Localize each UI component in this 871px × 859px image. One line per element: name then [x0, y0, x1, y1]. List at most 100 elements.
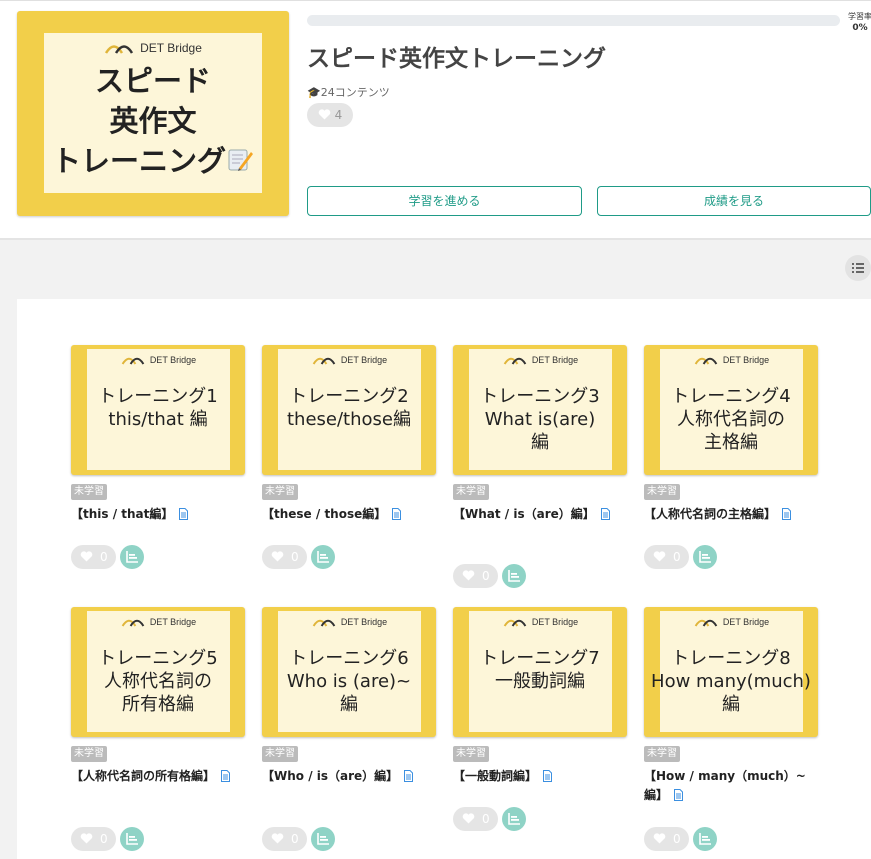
- card-title-text: 【these / those編】: [262, 507, 387, 521]
- card-thumb-line: 主格編: [704, 432, 758, 453]
- card-thumbnail-paper: DET Bridge トレーニング8 How many(much) 編: [651, 611, 811, 732]
- results-chart-button[interactable]: [502, 807, 526, 831]
- card-thumb-line: 編: [722, 694, 740, 715]
- card-actions: 0: [644, 545, 818, 569]
- card-thumb-line: 人称代名詞の: [677, 409, 785, 430]
- bar-chart-icon: [317, 833, 329, 845]
- list-icon: [852, 263, 864, 273]
- progress-label: 学習率: [848, 12, 871, 21]
- course-like-button[interactable]: 4: [307, 103, 353, 127]
- card-thumbnail-paper: DET Bridge トレーニング7 一般動詞編: [469, 611, 612, 732]
- card-title-text: 【this / that編】: [71, 507, 174, 521]
- like-button[interactable]: 0: [262, 827, 307, 851]
- results-chart-button[interactable]: [120, 827, 144, 851]
- document-icon: [543, 770, 553, 782]
- brand-name: DET Bridge: [149, 617, 197, 627]
- like-button[interactable]: 0: [71, 827, 116, 851]
- card-title-text: 【一般動詞編】: [453, 769, 538, 783]
- like-button[interactable]: 0: [453, 807, 498, 831]
- card-thumb-line: these/those編: [287, 409, 411, 430]
- view-results-button[interactable]: 成績を見る: [597, 186, 871, 216]
- course-header: DET Bridge スピード 英作文 トレーニング 学習率 0% スピード英作文…: [0, 0, 871, 240]
- like-count: 0: [673, 832, 681, 846]
- det-bridge-arch-icon: [312, 357, 336, 365]
- brand-name: DET Bridge: [722, 617, 770, 627]
- brand-logo: DET Bridge: [660, 617, 803, 627]
- course-like-count: 4: [334, 108, 343, 122]
- card-thumb-title: トレーニング4 人称代名詞の 主格編: [644, 385, 818, 454]
- card-thumbnail[interactable]: DET Bridge トレーニング2 these/those編: [262, 345, 436, 475]
- status-badge: 未学習: [262, 484, 298, 500]
- document-icon: [392, 508, 402, 520]
- results-chart-button[interactable]: [502, 564, 526, 588]
- card-thumb-line: トレーニング5: [98, 648, 218, 669]
- card-title[interactable]: 【What / is（are）編】: [453, 505, 627, 524]
- card-thumb-line: トレーニング2: [289, 386, 409, 407]
- brand-name: DET Bridge: [531, 355, 579, 365]
- card-thumbnail-paper: DET Bridge トレーニング1 this/that 編: [87, 349, 230, 470]
- like-button[interactable]: 0: [453, 564, 498, 588]
- card-thumbnail[interactable]: DET Bridge トレーニング1 this/that 編: [71, 345, 245, 475]
- card-thumb-line: トレーニング1: [98, 386, 218, 407]
- card-thumb-line: 人称代名詞の: [104, 671, 212, 692]
- bar-chart-icon: [126, 551, 138, 563]
- list-view-toggle[interactable]: [845, 255, 871, 281]
- like-count: 0: [482, 569, 490, 583]
- brand-name: DET Bridge: [722, 355, 770, 365]
- continue-learning-button[interactable]: 学習を進める: [307, 186, 582, 216]
- det-bridge-arch-icon: [694, 357, 718, 365]
- det-bridge-arch-icon: [503, 619, 527, 627]
- brand-logo: DET Bridge: [660, 355, 803, 365]
- card-title-text: 【人称代名詞の所有格編】: [71, 769, 216, 783]
- card-title[interactable]: 【一般動詞編】: [453, 767, 627, 786]
- course-thumbnail-title: スピード 英作文 トレーニング: [24, 61, 282, 181]
- card-actions: 0: [644, 827, 818, 851]
- results-chart-button[interactable]: [693, 827, 717, 851]
- card-thumbnail[interactable]: DET Bridge トレーニング8 How many(much) 編: [644, 607, 818, 737]
- card-title-text: 【Who / is（are）編】: [262, 769, 399, 783]
- card-title[interactable]: 【this / that編】: [71, 505, 245, 524]
- card-thumb-line: 一般動詞編: [495, 671, 585, 692]
- card-thumbnail[interactable]: DET Bridge トレーニング5 人称代名詞の 所有格編: [71, 607, 245, 737]
- card-thumb-title: トレーニング2 these/those編: [262, 385, 436, 431]
- card-thumbnail[interactable]: DET Bridge トレーニング4 人称代名詞の 主格編: [644, 345, 818, 475]
- card-title[interactable]: 【Who / is（are）編】: [262, 767, 436, 786]
- results-chart-button[interactable]: [311, 827, 335, 851]
- card-thumbnail[interactable]: DET Bridge トレーニング6 Who is (are)~ 編: [262, 607, 436, 737]
- document-icon: [674, 789, 684, 801]
- det-bridge-arch-icon: [105, 45, 134, 54]
- results-chart-button[interactable]: [120, 545, 144, 569]
- card-title[interactable]: 【these / those編】: [262, 505, 436, 524]
- brand-logo: DET Bridge: [469, 355, 612, 365]
- like-button[interactable]: 0: [644, 827, 689, 851]
- card-thumbnail-paper: DET Bridge トレーニング2 these/those編: [278, 349, 421, 470]
- card-thumb-line: トレーニング6: [289, 648, 409, 669]
- like-count: 0: [673, 550, 681, 564]
- card-title[interactable]: 【How / many（much）~編】: [644, 767, 818, 805]
- card-title[interactable]: 【人称代名詞の主格編】: [644, 505, 818, 524]
- card-thumb-line: 編: [340, 694, 358, 715]
- det-bridge-arch-icon: [503, 357, 527, 365]
- brand-name: DET Bridge: [140, 41, 202, 55]
- like-button[interactable]: 0: [262, 545, 307, 569]
- card-thumb-title: トレーニング5 人称代名詞の 所有格編: [71, 647, 245, 716]
- card-title[interactable]: 【人称代名詞の所有格編】: [71, 767, 245, 786]
- document-icon: [179, 508, 189, 520]
- contents-count: 🎓24コンテンツ: [307, 84, 390, 100]
- like-button[interactable]: 0: [71, 545, 116, 569]
- results-chart-button[interactable]: [311, 545, 335, 569]
- card-thumb-title: トレーニング6 Who is (are)~ 編: [262, 647, 436, 716]
- status-badge: 未学習: [262, 746, 298, 762]
- brand-name: DET Bridge: [149, 355, 197, 365]
- progress-rate: 学習率 0%: [845, 11, 871, 34]
- card-thumbnail[interactable]: DET Bridge トレーニング7 一般動詞編: [453, 607, 627, 737]
- card-thumbnail[interactable]: DET Bridge トレーニング3 What is(are) 編: [453, 345, 627, 475]
- results-chart-button[interactable]: [693, 545, 717, 569]
- document-icon: [600, 508, 610, 520]
- card-actions: 0: [453, 807, 627, 831]
- like-button[interactable]: 0: [644, 545, 689, 569]
- card-actions: 0: [262, 545, 436, 569]
- card-thumb-line: this/that 編: [108, 409, 208, 430]
- bar-chart-icon: [126, 833, 138, 845]
- card-thumb-title: トレーニング7 一般動詞編: [453, 647, 627, 693]
